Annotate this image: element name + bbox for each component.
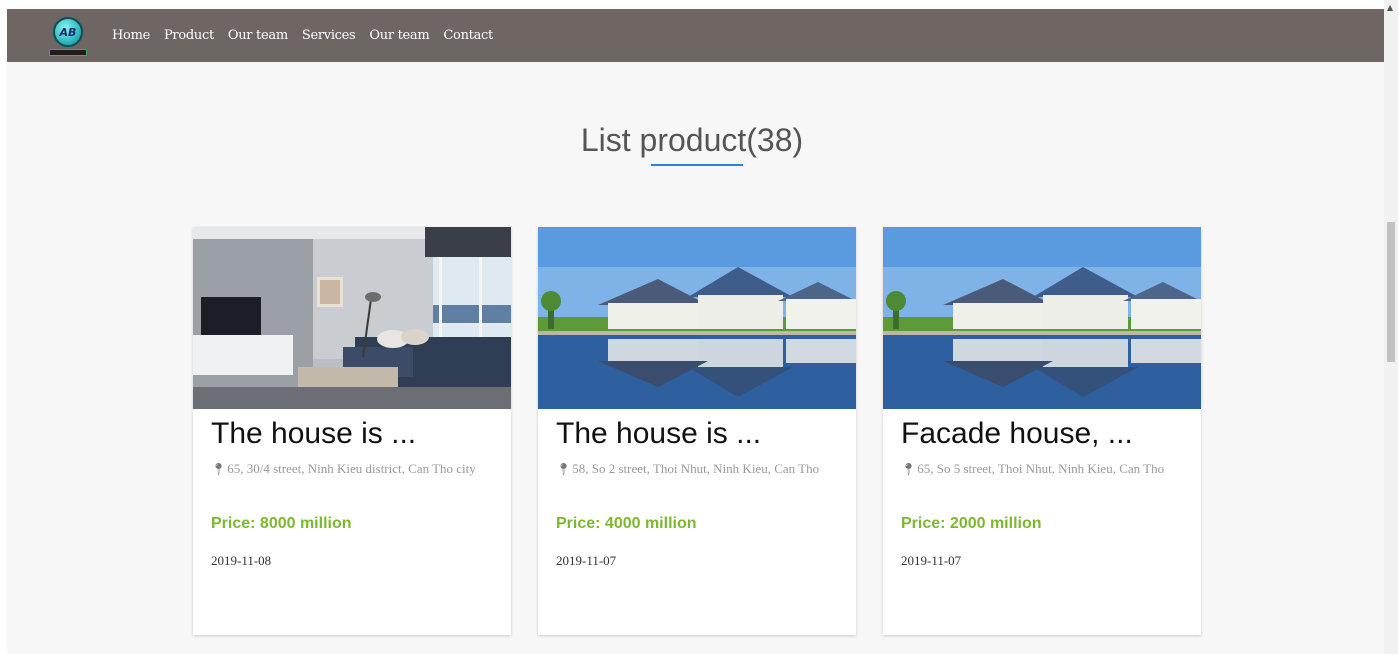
product-date: 2019-11-07 bbox=[556, 553, 617, 568]
product-address-text: 58, So 2 street, Thoi Nhut, Ninh Kieu, C… bbox=[572, 461, 820, 476]
site-logo[interactable]: AB bbox=[49, 17, 87, 57]
product-card[interactable]: The house is ... 📍︎58, So 2 street, Thoi… bbox=[538, 227, 856, 635]
product-card[interactable]: Facade house, ... 📍︎65, So 5 street, Tho… bbox=[883, 227, 1201, 635]
logo-tagline-bar bbox=[49, 49, 87, 56]
waterfront-houses-photo[interactable] bbox=[538, 227, 856, 409]
living-room-photo[interactable] bbox=[193, 227, 511, 409]
product-address-text: 65, 30/4 street, Ninh Kieu district, Can… bbox=[227, 461, 476, 476]
scrollbar-thumb[interactable] bbox=[1387, 222, 1395, 362]
window-frame-left bbox=[0, 0, 7, 654]
product-address-text: 65, So 5 street, Thoi Nhut, Ninh Kieu, C… bbox=[917, 461, 1165, 476]
nav-link-services[interactable]: Services bbox=[302, 28, 356, 43]
nav-link-home[interactable]: Home bbox=[112, 28, 150, 43]
product-date: 2019-11-07 bbox=[901, 553, 962, 568]
logo-emblem: AB bbox=[53, 17, 83, 47]
product-card[interactable]: The house is ... 📍︎65, 30/4 street, Ninh… bbox=[193, 227, 511, 635]
map-marker-icon: 📍︎ bbox=[556, 462, 572, 476]
nav-link-product[interactable]: Product bbox=[164, 28, 214, 43]
product-address: 📍︎65, So 5 street, Thoi Nhut, Ninh Kieu,… bbox=[901, 459, 1191, 479]
scroll-up-icon[interactable]: ▲ bbox=[1387, 4, 1393, 12]
product-date: 2019-11-08 bbox=[211, 553, 272, 568]
nav-link-contact[interactable]: Contact bbox=[443, 28, 493, 43]
nav-link-our-team[interactable]: Our team bbox=[228, 28, 288, 43]
product-name[interactable]: The house is ... bbox=[556, 417, 761, 451]
product-price: Price: 2000 million bbox=[901, 515, 1042, 532]
product-name[interactable]: Facade house, ... bbox=[901, 417, 1133, 451]
product-price: Price: 8000 million bbox=[211, 515, 352, 532]
section-title: List product(38) bbox=[580, 122, 804, 158]
title-underline bbox=[651, 164, 743, 166]
nav-link-our-team-2[interactable]: Our team bbox=[369, 28, 429, 43]
map-marker-icon: 📍︎ bbox=[211, 462, 227, 476]
waterfront-houses-photo[interactable] bbox=[883, 227, 1201, 409]
navbar: AB Home Product Our team Services Our te… bbox=[7, 9, 1384, 62]
vertical-scrollbar[interactable]: ▲ bbox=[1384, 0, 1398, 654]
map-marker-icon: 📍︎ bbox=[901, 462, 917, 476]
product-price: Price: 4000 million bbox=[556, 515, 697, 532]
window-frame-top bbox=[0, 0, 1384, 9]
nav-menu: Home Product Our team Services Our team … bbox=[112, 9, 507, 62]
product-address: 📍︎65, 30/4 street, Ninh Kieu district, C… bbox=[211, 459, 501, 479]
product-name[interactable]: The house is ... bbox=[211, 417, 416, 451]
product-address: 📍︎58, So 2 street, Thoi Nhut, Ninh Kieu,… bbox=[556, 459, 846, 479]
